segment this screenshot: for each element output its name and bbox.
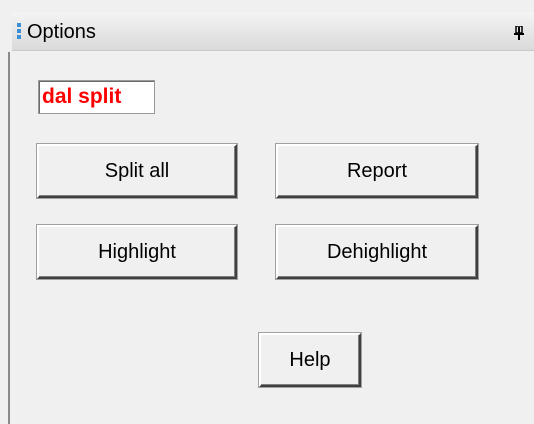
options-panel: Options dal split Split all Report Highl… bbox=[0, 0, 534, 424]
split-all-button-label: Split all bbox=[104, 160, 170, 182]
dehighlight-button[interactable]: Dehighlight bbox=[275, 224, 479, 280]
pin-icon[interactable] bbox=[513, 26, 525, 40]
split-all-button[interactable]: Split all bbox=[36, 143, 238, 199]
report-button-label: Report bbox=[346, 160, 408, 182]
help-button[interactable]: Help bbox=[258, 332, 362, 388]
highlight-button-label: Highlight bbox=[98, 241, 176, 263]
panel-title: Options bbox=[27, 21, 96, 43]
highlight-button[interactable]: Highlight bbox=[36, 224, 238, 280]
help-button-label: Help bbox=[289, 349, 331, 371]
split-label: dal split bbox=[42, 85, 122, 108]
report-button[interactable]: Report bbox=[275, 143, 479, 199]
grip-icon[interactable] bbox=[17, 23, 21, 39]
dehighlight-button-label: Dehighlight bbox=[326, 241, 428, 263]
panel-left-border bbox=[8, 52, 10, 424]
